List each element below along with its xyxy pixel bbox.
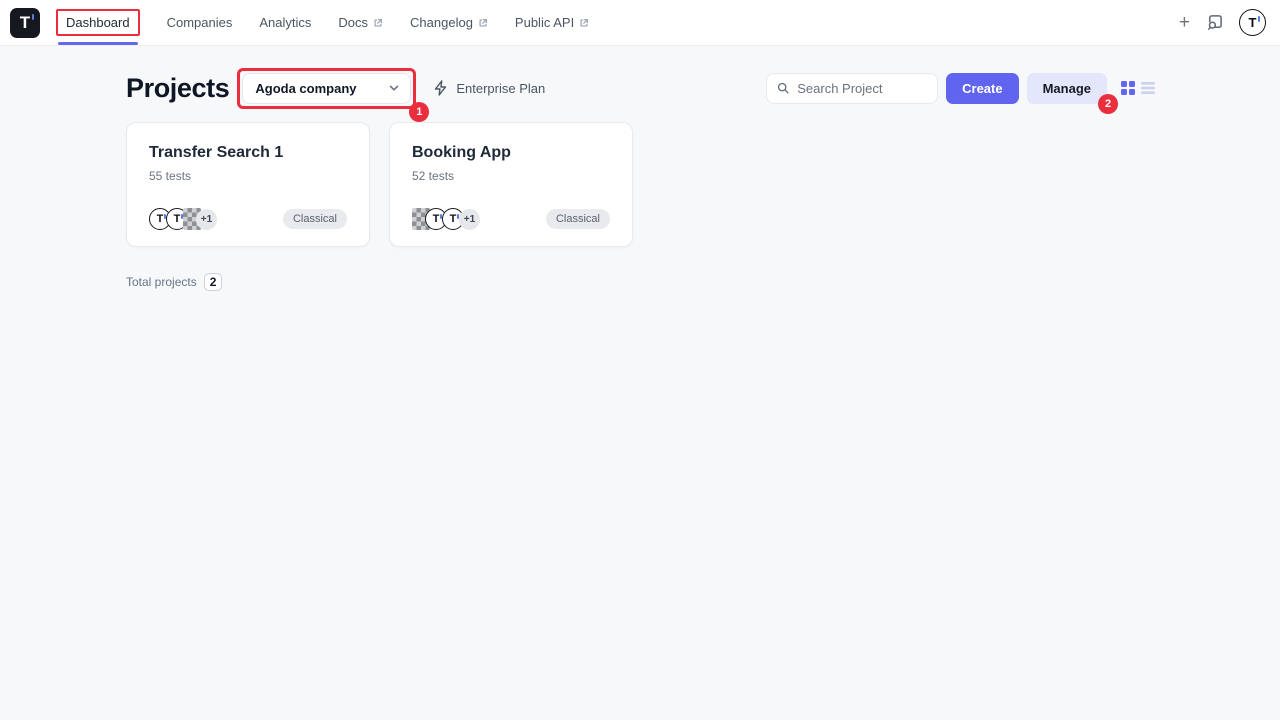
project-test-count: 52 tests (412, 169, 610, 183)
project-name: Booking App (412, 144, 610, 162)
external-link-icon (478, 18, 488, 28)
search-input[interactable] (797, 81, 927, 96)
total-projects-label: Total projects (126, 275, 197, 289)
project-card-transfer-search[interactable]: Transfer Search 1 55 tests T T +1 Classi… (126, 122, 370, 247)
nav-item-docs[interactable]: Docs (338, 0, 383, 45)
nav-label: Analytics (259, 15, 311, 30)
more-members-badge: +1 (196, 209, 217, 230)
top-navbar: T Dashboard Companies Analytics Docs Cha… (0, 0, 1280, 46)
nav-item-public-api[interactable]: Public API (515, 0, 589, 45)
t-logo-icon: T (20, 14, 30, 31)
projects-summary: Total projects 2 (126, 273, 1155, 291)
view-toggle (1121, 81, 1155, 95)
annotation-step-2: 2 (1098, 94, 1118, 114)
total-projects-count: 2 (204, 273, 223, 291)
grid-view-icon[interactable] (1121, 81, 1135, 95)
project-search (766, 73, 938, 104)
add-icon[interactable]: + (1179, 13, 1190, 32)
annotation-box-dashboard: Dashboard (56, 9, 140, 36)
project-test-count: 55 tests (149, 169, 347, 183)
member-avatars: T T +1 (149, 208, 212, 230)
nav-label: Companies (167, 15, 233, 30)
project-card-grid: Transfer Search 1 55 tests T T +1 Classi… (126, 122, 1155, 247)
main-nav: Dashboard Companies Analytics Docs Chang… (56, 0, 589, 45)
nav-item-analytics[interactable]: Analytics (259, 0, 311, 45)
page-title: Projects (126, 73, 229, 104)
more-members-badge: +1 (459, 209, 480, 230)
search-icon (777, 81, 789, 95)
annotation-box-company-select: Agoda company 1 (237, 68, 416, 109)
project-type-badge: Classical (546, 209, 610, 229)
company-select[interactable]: Agoda company (242, 73, 411, 104)
chevron-down-icon (388, 82, 400, 94)
list-view-icon[interactable] (1141, 82, 1155, 94)
header-actions: + T (1179, 0, 1266, 45)
member-avatars: T T +1 (412, 208, 475, 230)
nav-label: Changelog (410, 15, 473, 30)
app-logo[interactable]: T (10, 8, 40, 38)
user-avatar[interactable]: T (1239, 9, 1266, 36)
main-content: Projects Agoda company 1 Enterprise Plan… (0, 46, 1280, 291)
nav-label: Dashboard (66, 15, 130, 30)
external-link-icon (579, 18, 589, 28)
projects-toolbar: Projects Agoda company 1 Enterprise Plan… (126, 68, 1155, 108)
nav-item-changelog[interactable]: Changelog (410, 0, 488, 45)
create-button[interactable]: Create (946, 73, 1018, 104)
plan-indicator: Enterprise Plan (433, 80, 545, 96)
manage-button[interactable]: Manage (1027, 73, 1107, 104)
t-logo-icon: T (1249, 16, 1257, 29)
nav-item-dashboard[interactable]: Dashboard (56, 0, 140, 45)
nav-item-companies[interactable]: Companies (167, 0, 233, 45)
annotation-step-1: 1 (409, 102, 429, 122)
external-link-icon (373, 18, 383, 28)
nav-label: Public API (515, 15, 574, 30)
project-card-booking-app[interactable]: Booking App 52 tests T T +1 Classical (389, 122, 633, 247)
activity-search-icon[interactable] (1206, 14, 1223, 31)
company-select-value: Agoda company (255, 81, 356, 96)
project-name: Transfer Search 1 (149, 144, 347, 162)
project-type-badge: Classical (283, 209, 347, 229)
nav-label: Docs (338, 15, 368, 30)
plan-label: Enterprise Plan (456, 81, 545, 96)
lightning-icon (433, 80, 448, 96)
